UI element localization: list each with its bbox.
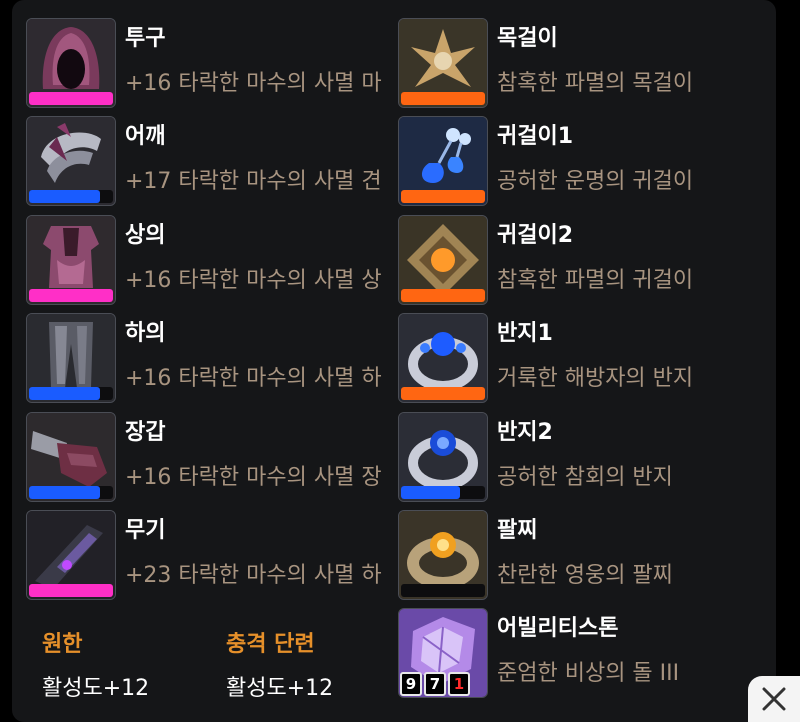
- grade-bar-fill: [29, 190, 101, 204]
- earring-gold-icon: [398, 214, 488, 305]
- slot-name: 반지1: [497, 321, 553, 347]
- item-name: +16 타락한 마수의 사멸 마: [125, 71, 382, 96]
- grade-bar: [401, 190, 485, 204]
- item-name: +16 타락한 마수의 사멸 장: [125, 464, 382, 490]
- equipment-slot-chest[interactable]: 상의 +16 타락한 마수의 사멸 상: [26, 214, 404, 313]
- item-name: 참혹한 파멸의 목걸이: [497, 71, 694, 96]
- grade-bar-fill: [401, 485, 460, 499]
- grade-bar-fill: [401, 288, 485, 302]
- grade-bar: [401, 485, 485, 499]
- grade-bar-fill: [29, 92, 113, 105]
- engraving-activation: 활성도+12: [42, 676, 150, 701]
- slot-name: 팔찌: [497, 517, 538, 543]
- grade-bar: [29, 288, 113, 302]
- hood-helmet-icon: [26, 18, 116, 108]
- grade-bar: [29, 92, 113, 105]
- grade-bar-fill: [401, 190, 485, 204]
- equipment-slot-ring-1[interactable]: 반지1 거룩한 해방자의 반지: [398, 313, 738, 411]
- item-name: 준엄한 비상의 돌 III: [497, 661, 680, 687]
- equipment-slot-shoulder[interactable]: 어깨 +17 타락한 마수의 사멸 견: [26, 116, 404, 214]
- equipment-slot-pants[interactable]: 하의 +16 타락한 마수의 사멸 하: [26, 313, 404, 411]
- close-button[interactable]: [748, 676, 800, 722]
- slot-name: 어깨: [125, 124, 166, 150]
- item-name: 찬란한 영웅의 팔찌: [497, 562, 673, 588]
- grade-bar-fill: [29, 485, 101, 499]
- item-name: +16 타락한 마수의 사멸 하: [125, 366, 382, 392]
- slot-name: 무기: [125, 517, 166, 543]
- item-name: +17 타락한 마수의 사멸 견: [125, 169, 382, 195]
- necklace-icon: [398, 18, 488, 108]
- slot-name: 상의: [125, 222, 166, 248]
- engraving-stat-1: 원한 활성도+12: [42, 626, 149, 702]
- ring-blue-icon: [398, 411, 488, 502]
- bracelet-icon: [398, 509, 488, 600]
- grade-bar: [401, 92, 485, 105]
- grade-bar-fill: [29, 387, 101, 401]
- slot-name: 어빌리티스톤: [497, 616, 619, 642]
- slot-name: 투구: [125, 26, 166, 51]
- grade-bar-fill: [401, 92, 485, 105]
- grade-bar-fill: [401, 387, 485, 401]
- slot-name: 목걸이: [497, 26, 558, 51]
- grade-bar: [29, 583, 113, 597]
- item-name: +16 타락한 마수의 사멸 상: [125, 267, 382, 293]
- gauntlet-icon: [26, 411, 116, 502]
- weapon-icon: [26, 509, 116, 600]
- engraving-stat-2: 충격 단련 활성도+12: [226, 626, 333, 702]
- engraving-badges: 9 7 1: [400, 672, 470, 697]
- close-icon: [762, 687, 786, 711]
- item-name: +23 타락한 마수의 사멸 하: [125, 562, 382, 588]
- slot-name: 귀걸이1: [497, 124, 574, 150]
- equipment-slot-weapon[interactable]: 무기 +23 타락한 마수의 사멸 하: [26, 509, 404, 608]
- grade-bar: [401, 387, 485, 401]
- grade-bar: [29, 387, 113, 401]
- slot-name: 장갑: [125, 419, 166, 445]
- equipment-slot-bracelet[interactable]: 팔찌 찬란한 영웅의 팔찌: [398, 509, 738, 608]
- chest-armor-icon: [26, 214, 116, 305]
- equipment-slot-gloves[interactable]: 장갑 +16 타락한 마수의 사멸 장: [26, 411, 404, 510]
- ability-stone-icon: 9 7 1: [398, 608, 488, 699]
- engraving-badge-1: 9: [400, 672, 422, 697]
- armor-column: 투구 +16 타락한 마수의 사멸 마 어깨 +17 타락한 마수의 사멸 견: [26, 18, 404, 608]
- engraving-name: 충격 단련: [226, 632, 315, 657]
- item-name: 참혹한 파멸의 귀걸이: [497, 267, 694, 293]
- slot-name: 귀걸이2: [497, 222, 574, 248]
- equipment-slot-ability-stone[interactable]: 9 7 1 어빌리티스톤 준엄한 비상의 돌 III: [398, 608, 738, 706]
- grade-bar: [401, 583, 485, 597]
- leg-armor-icon: [26, 313, 116, 404]
- grade-bar-fill: [29, 288, 113, 302]
- item-name: 거룩한 해방자의 반지: [497, 366, 694, 392]
- engraving-name: 원한: [42, 632, 83, 657]
- ring-icon: [398, 313, 488, 404]
- item-name: 공허한 참회의 반지: [497, 464, 673, 490]
- grade-bar: [401, 288, 485, 302]
- equipment-slot-helmet[interactable]: 투구 +16 타락한 마수의 사멸 마: [26, 18, 404, 116]
- shoulder-armor-icon: [26, 116, 116, 207]
- earring-icon: [398, 116, 488, 207]
- grade-bar: [29, 190, 113, 204]
- engraving-badge-2: 7: [424, 672, 446, 697]
- engraving-badge-3: 1: [448, 672, 470, 697]
- equipment-slot-necklace[interactable]: 목걸이 참혹한 파멸의 목걸이: [398, 18, 738, 116]
- equipment-slot-ring-2[interactable]: 반지2 공허한 참회의 반지: [398, 411, 738, 510]
- grade-bar: [29, 485, 113, 499]
- item-name: 공허한 운명의 귀걸이: [497, 169, 694, 195]
- grade-bar-fill: [29, 583, 113, 597]
- slot-name: 하의: [125, 321, 166, 347]
- equipment-slot-earring-1[interactable]: 귀걸이1 공허한 운명의 귀걸이: [398, 116, 738, 214]
- slot-name: 반지2: [497, 419, 553, 445]
- engraving-activation: 활성도+12: [226, 676, 334, 701]
- accessory-column: 목걸이 참혹한 파멸의 목걸이 귀걸이1 공허한 운명의 귀걸이 귀걸이2 참혹…: [398, 18, 738, 707]
- equipment-slot-earring-2[interactable]: 귀걸이2 참혹한 파멸의 귀걸이: [398, 214, 738, 313]
